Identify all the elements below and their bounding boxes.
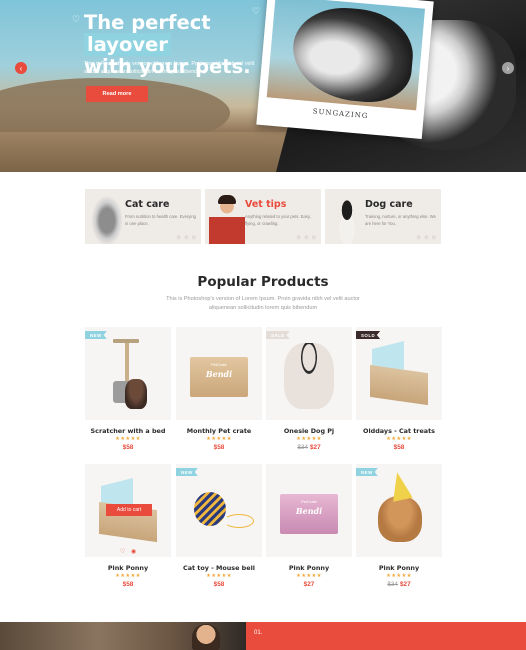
product-image[interactable]: NEW	[176, 464, 262, 557]
product-price: $34 $27	[356, 581, 442, 588]
product-price-value: $58	[122, 444, 134, 451]
star-rating-icon: ★★★★★	[115, 436, 141, 442]
product-price-value: $27	[400, 581, 411, 588]
star-rating-icon: ★★★★★	[115, 573, 141, 579]
product-image[interactable]: PetCrate Bendi	[266, 464, 352, 557]
plush-dog-image	[378, 496, 422, 542]
heart-icon[interactable]: ♡	[120, 549, 125, 555]
product-price-value: $58	[213, 444, 225, 451]
box-label: Bendi	[295, 506, 323, 516]
dog-image	[288, 3, 417, 106]
bottom-photo-banner	[0, 622, 246, 650]
category-card-cat-care[interactable]: Cat care From nutrition to health care. …	[85, 189, 201, 244]
category-description: Training, nurture, or anything else. We …	[365, 214, 436, 226]
crate-box: PetCrate Bendi	[190, 357, 248, 397]
product-old-price: $34	[297, 444, 308, 451]
box-brand: PetCrate	[301, 499, 317, 504]
product-badge: NEW	[85, 331, 107, 339]
product-image[interactable]: Add to cart	[85, 464, 171, 557]
dog-image	[329, 192, 365, 244]
product-image[interactable]: PetCrate Bendi	[176, 327, 262, 420]
eye-icon[interactable]: ◉	[131, 549, 136, 555]
hero-title-highlight: layover	[84, 33, 171, 56]
category-title: Vet tips	[245, 199, 287, 210]
hero-banner: ♡ ♡ The perfect layover with your pets. …	[0, 0, 526, 172]
mouse-toy-image	[194, 492, 254, 528]
category-card-vet-tips[interactable]: Vet tips Anything related to your pets. …	[205, 189, 321, 244]
category-card-dog-care[interactable]: Dog care Training, nurture, or anything …	[325, 189, 441, 244]
star-rating-icon: ★★★★★	[296, 436, 322, 442]
star-rating-icon: ★★★★★	[386, 436, 412, 442]
crate-box: PetCrate Bendi	[280, 494, 338, 534]
heart-icon: ♡	[72, 14, 81, 24]
bottom-red-panel: 01.	[246, 622, 526, 650]
person-image	[192, 624, 220, 650]
next-slide-arrow-icon[interactable]: ›	[502, 62, 514, 74]
product-badge: NEW	[356, 468, 378, 476]
star-rating-icon: ★★★★★	[206, 573, 232, 579]
dog-in-pajamas-image	[284, 343, 334, 409]
polaroid-photo: SUNGAZING ♡	[256, 0, 434, 139]
product-badge: SOLD	[356, 331, 381, 339]
category-description: From nutrition to health care. Everying …	[125, 214, 196, 226]
section-title: Popular Products	[197, 274, 329, 290]
star-rating-icon: ★★★★★	[386, 573, 412, 579]
vet-image	[209, 192, 245, 244]
product-price: $58	[85, 444, 171, 451]
product-price: $34 $27	[266, 444, 352, 451]
product-price-value: $58	[393, 444, 405, 451]
hero-subtitle: This is Photoshop's version of Lorem Ips…	[84, 61, 255, 75]
category-title: Cat care	[125, 199, 170, 210]
product-price-value: $58	[122, 581, 134, 588]
product-name[interactable]: Olddays - Cat treats	[346, 427, 452, 435]
product-image[interactable]: NEW	[85, 327, 171, 420]
product-price: $27	[266, 581, 352, 588]
category-title: Dog care	[365, 199, 413, 210]
cat-image	[125, 379, 147, 409]
product-image[interactable]: SALE	[266, 327, 352, 420]
box-brand: PetCrate	[211, 362, 227, 367]
paw-print-icon: ✿ ✿ ✿	[296, 235, 317, 241]
paw-print-icon: ✿ ✿ ✿	[176, 235, 197, 241]
section-number: 01.	[254, 630, 263, 636]
product-price-value: $27	[303, 581, 315, 588]
cat-image	[89, 192, 125, 244]
product-actions: ♡ ◉	[85, 548, 171, 555]
box-label: Bendi	[205, 369, 233, 379]
paw-print-icon: ✿ ✿ ✿	[416, 235, 437, 241]
category-description: Anything related to your pets. Easy, fly…	[245, 214, 311, 226]
open-box-image	[366, 341, 432, 406]
polaroid-image	[266, 0, 426, 111]
product-price: $58	[85, 581, 171, 588]
product-badge: SALE	[266, 331, 290, 339]
read-more-button[interactable]: Read more	[86, 86, 148, 102]
product-badge: NEW	[176, 468, 198, 476]
product-image[interactable]: SOLD	[356, 327, 442, 420]
product-price-value: $58	[213, 581, 225, 588]
product-price-value: $27	[310, 444, 321, 451]
product-name[interactable]: Pink Ponny	[346, 564, 452, 572]
scratcher-top	[113, 339, 139, 343]
hero-title-part: The perfect	[84, 11, 211, 34]
product-price: $58	[176, 444, 262, 451]
product-price: $58	[176, 581, 262, 588]
star-rating-icon: ★★★★★	[206, 436, 232, 442]
star-rating-icon: ★★★★★	[296, 573, 322, 579]
prev-slide-arrow-icon[interactable]: ‹	[15, 62, 27, 74]
box-body	[370, 364, 428, 406]
product-image[interactable]: NEW	[356, 464, 442, 557]
product-old-price: $34	[387, 581, 398, 588]
product-price: $58	[356, 444, 442, 451]
add-to-cart-button[interactable]: Add to cart	[106, 504, 152, 516]
section-subtitle: This is Photoshop's version of Lorem Ips…	[166, 296, 360, 311]
